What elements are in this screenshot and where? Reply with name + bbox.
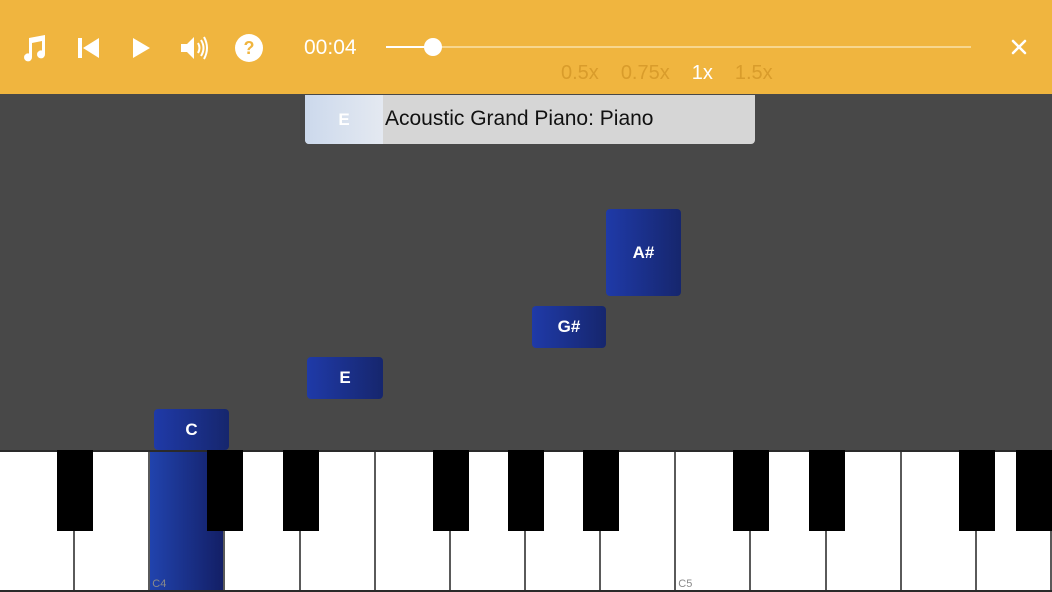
speed-option[interactable]: 1.5x: [735, 62, 773, 85]
falling-note: A#: [606, 209, 681, 296]
player-toolbar: ? 00:04 0.5x 0.75x 1x 1.5x: [0, 0, 1052, 94]
black-key[interactable]: [508, 450, 544, 531]
speed-options: 0.5x 0.75x 1x 1.5x: [561, 62, 795, 85]
black-key[interactable]: [207, 450, 244, 531]
black-key[interactable]: [57, 450, 94, 531]
progress-thumb[interactable]: [423, 38, 442, 56]
falling-note: E: [307, 357, 383, 399]
instrument-current-note: E: [305, 95, 383, 144]
instrument-name: Acoustic Grand Piano: Piano: [385, 107, 654, 130]
black-key[interactable]: [808, 450, 845, 531]
help-icon[interactable]: ?: [233, 32, 265, 64]
black-key[interactable]: [583, 450, 620, 531]
progress-track[interactable]: [386, 46, 971, 48]
speed-option[interactable]: 0.75x: [621, 62, 670, 85]
falling-note: C: [154, 409, 229, 450]
black-key[interactable]: [1016, 450, 1052, 531]
key-label: C4: [152, 578, 167, 590]
play-icon[interactable]: [125, 32, 157, 64]
piano-keyboard: C4 C5: [0, 450, 1052, 592]
skip-back-icon[interactable]: [72, 32, 104, 64]
volume-icon[interactable]: [178, 32, 210, 64]
svg-text:?: ?: [244, 38, 255, 58]
elapsed-time: 00:04: [304, 36, 357, 59]
black-key[interactable]: [282, 450, 319, 531]
music-note-icon[interactable]: [18, 32, 50, 64]
instrument-banner[interactable]: E Acoustic Grand Piano: Piano: [305, 95, 755, 144]
black-key[interactable]: [958, 450, 995, 531]
speed-option[interactable]: 1x: [692, 62, 713, 85]
black-key[interactable]: [733, 450, 770, 531]
falling-note: G#: [532, 306, 606, 348]
speed-option[interactable]: 0.5x: [561, 62, 599, 85]
key-label: C5: [678, 578, 693, 590]
close-icon[interactable]: [1006, 34, 1032, 60]
black-key[interactable]: [432, 450, 469, 531]
